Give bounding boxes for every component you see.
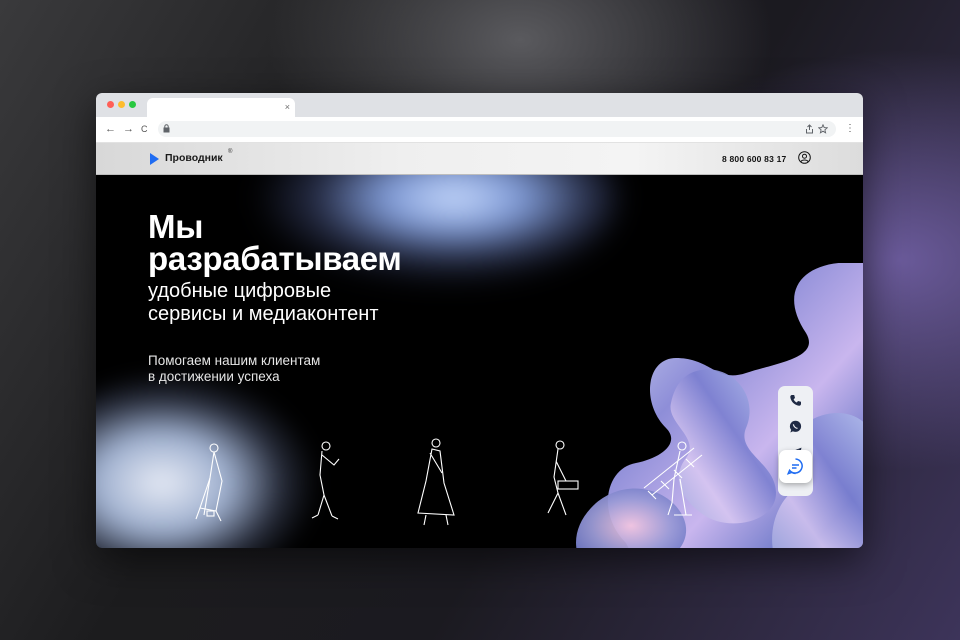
- tab-bar: ×: [96, 93, 863, 117]
- hero-subtitle-line2: сервисы и медиаконтент: [148, 303, 379, 325]
- user-account-icon[interactable]: [798, 151, 811, 164]
- logo-play-icon[interactable]: [150, 153, 159, 165]
- phone-icon[interactable]: [787, 392, 804, 409]
- figure-1-icon: [195, 443, 223, 522]
- hero-tagline: Помогаем нашим клиентам в достижении усп…: [148, 353, 320, 384]
- browser-toolbar: ← → C ⋮: [96, 117, 863, 143]
- hero-tagline-line1: Помогаем нашим клиентам: [148, 353, 321, 368]
- header-phone-link[interactable]: 8 800 600 83 17: [722, 154, 786, 164]
- maximize-window-button[interactable]: [129, 101, 136, 108]
- page-viewport: Проводник ® 8 800 600 83 17 Мы разрабаты…: [96, 143, 863, 548]
- minimize-window-button[interactable]: [118, 101, 125, 108]
- reload-button[interactable]: C: [141, 122, 148, 136]
- address-bar[interactable]: [158, 121, 836, 137]
- share-icon[interactable]: [805, 124, 814, 134]
- bookmark-star-icon[interactable]: [818, 124, 828, 134]
- hero-subtitle-line1: удобные цифровые: [148, 280, 332, 302]
- figure-2-icon: [311, 441, 340, 520]
- menu-dots-icon[interactable]: ⋮: [845, 122, 855, 136]
- lock-icon: [163, 124, 170, 133]
- back-button[interactable]: ←: [105, 122, 116, 136]
- hero-title-line2: разрабатываем: [148, 240, 402, 277]
- hero-tagline-line2: в достижении успеха: [148, 368, 280, 384]
- browser-tab[interactable]: ×: [147, 98, 295, 117]
- figure-4-icon: [547, 440, 579, 516]
- browser-window: × ← → C ⋮ Проводник ® 8 800 600 83 17 Мы…: [96, 93, 863, 548]
- close-window-button[interactable]: [107, 101, 114, 108]
- walking-figures-illustration: [195, 438, 703, 526]
- site-header: Проводник ® 8 800 600 83 17: [96, 143, 863, 175]
- chat-icon: [786, 458, 803, 475]
- figure-5-icon: [643, 441, 703, 516]
- tab-close-icon[interactable]: ×: [285, 101, 290, 113]
- forward-button[interactable]: →: [123, 122, 134, 136]
- logo-brand[interactable]: Проводник: [165, 152, 223, 164]
- hero-title: Мы разрабатываем: [148, 210, 402, 277]
- whatsapp-icon[interactable]: [787, 418, 804, 435]
- hero-subtitle: удобные цифровые сервисы и медиаконтент: [148, 280, 379, 326]
- figure-3-icon: [417, 438, 455, 526]
- chat-button[interactable]: [779, 450, 812, 483]
- logo-registered-mark: ®: [228, 149, 233, 155]
